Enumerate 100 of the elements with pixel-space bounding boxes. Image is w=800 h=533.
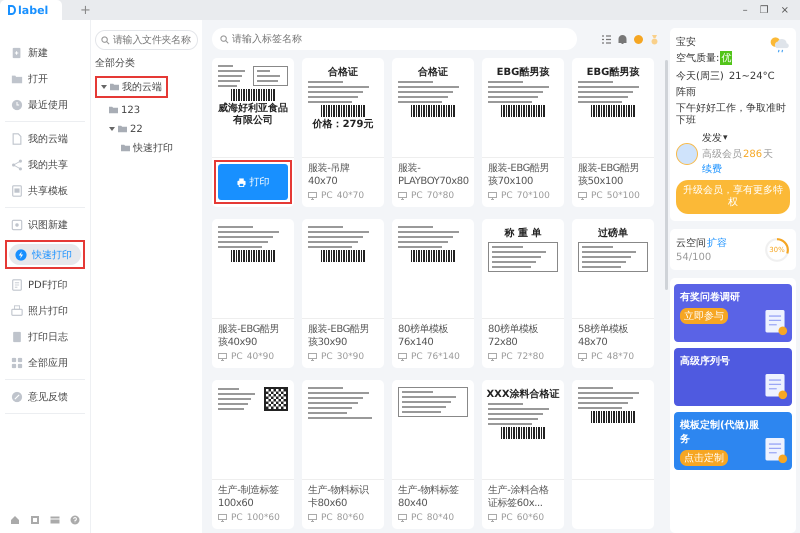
template-card[interactable]: 生产-物料标签80x40 PC 80*40 <box>392 380 474 529</box>
device-type: PC <box>321 513 333 523</box>
device-type: PC <box>501 513 513 523</box>
sidebar-item[interactable]: 识图新建 <box>5 214 85 235</box>
air-quality-label: 空气质量: <box>676 52 720 65</box>
promo-banner[interactable]: 模板定制(代做)服务 点击定制 <box>674 412 792 470</box>
template-card[interactable]: 服装-EBG酷男孩30x90 PC 30*90 <box>302 219 384 368</box>
monitor-icon <box>308 192 317 200</box>
template-card[interactable]: 生产-物料标识卡80x60 PC 80*60 <box>302 380 384 529</box>
sidebar-item[interactable]: 意见反馈 <box>5 386 85 407</box>
template-card[interactable]: EBG酷男孩 服装-EBG酷男孩70x100 PC 70*100 <box>482 58 564 207</box>
preview-title: 称 重 单 <box>504 226 542 240</box>
search-icon <box>220 34 229 44</box>
device-type: PC <box>411 513 423 523</box>
promo-banner[interactable]: 高级序列号 <box>674 348 792 406</box>
banner-title: 高级序列号 <box>680 354 730 368</box>
book-icon <box>11 330 23 342</box>
template-card[interactable]: EBG酷男孩 服装-EBG酷男孩50x100 PC 50*100 <box>572 58 654 207</box>
label-size: 100*60 <box>246 513 280 523</box>
dropdown-caret[interactable]: ▾ <box>723 133 728 143</box>
greeting-text: 下午好好工作，争取准时下班 <box>676 103 787 127</box>
minimize-button[interactable]: – <box>740 4 751 16</box>
promo-banner[interactable]: 有奖问卷调研 立即参与 <box>674 284 792 342</box>
card-icon[interactable] <box>50 515 60 525</box>
monitor-icon <box>308 353 317 361</box>
sidebar-item[interactable]: 照片打印 <box>5 300 85 321</box>
label-size: 80*40 <box>426 513 454 523</box>
template-search-field[interactable]: 请输入标签名称 <box>212 28 577 50</box>
template-card[interactable] <box>572 380 654 529</box>
template-card[interactable]: 称 重 单 80榜单模板72x80 PC 72*80 <box>482 219 564 368</box>
help-icon[interactable] <box>70 515 80 525</box>
template-name: 服装-PLAYBOY70x80 <box>398 163 468 188</box>
temperature: 21~24°C <box>728 70 775 82</box>
template-name: 服装-EBG酷男孩70x100 <box>488 163 550 188</box>
scrollbar[interactable] <box>665 60 668 290</box>
device-type: PC <box>321 191 333 201</box>
monitor-icon <box>488 353 497 361</box>
preview-title: EBG酷男孩 <box>586 66 640 79</box>
template-card[interactable]: 过磅单 58榜单模板48x70 PC 48*70 <box>572 219 654 368</box>
folder-tree-item[interactable]: 快速打印 <box>119 141 175 155</box>
preview-title: 合格证 <box>328 66 358 79</box>
bell-icon[interactable] <box>617 34 628 44</box>
coin-icon[interactable] <box>633 34 644 44</box>
monitor-icon <box>398 353 407 361</box>
sidebar-item[interactable]: PDF打印 <box>5 274 85 295</box>
home-icon[interactable] <box>10 515 20 525</box>
device-type: PC <box>231 513 243 523</box>
barcode-drawing <box>321 105 365 117</box>
share-icon <box>11 158 23 170</box>
sidebar-item[interactable]: 打印日志 <box>5 326 85 347</box>
weather-text: 阵雨 <box>676 86 696 99</box>
template-card[interactable]: 合格证 服装-PLAYBOY70x80 PC 70*80 <box>392 58 474 207</box>
template-card[interactable]: 合格证 价格：279元 服装-吊牌40x70 PC 40*70 <box>302 58 384 207</box>
sidebar-item[interactable]: 最近使用 <box>5 94 85 115</box>
label-size: 70*100 <box>516 191 550 201</box>
caret-icon <box>109 126 115 132</box>
device-type: PC <box>321 352 333 362</box>
avatar[interactable] <box>676 142 698 164</box>
square-icon[interactable] <box>30 515 40 525</box>
device-type: PC <box>501 191 513 201</box>
folder-tree-item[interactable]: 22 <box>107 122 145 136</box>
folder-search-field[interactable]: 请输入文件夹名称 <box>95 30 198 50</box>
monitor-icon <box>308 514 317 522</box>
device-type: PC <box>411 191 423 201</box>
label-size: 48*70 <box>606 352 634 362</box>
barcode-drawing <box>591 105 635 117</box>
template-card[interactable]: XXX涂料合格证 生产-涂料合格证标签60x... PC 60*60 <box>482 380 564 529</box>
template-name: 58榜单模板48x70 <box>578 324 630 349</box>
printer-icon <box>236 178 246 186</box>
barcode-drawing <box>501 427 545 439</box>
folder-tree-item[interactable]: 我的云端 <box>99 80 164 94</box>
monitor-icon <box>488 514 497 522</box>
medal-icon[interactable] <box>649 34 660 44</box>
preview-company-name: 威海好利亚食品有限公司 <box>218 103 288 126</box>
member-days: 286 <box>743 148 762 160</box>
document-lines-icon <box>11 278 23 290</box>
sidebar-item[interactable]: 我的共享 <box>5 154 85 175</box>
user-name[interactable]: 发发 <box>702 131 722 145</box>
storage-label: 云空间 <box>676 236 706 250</box>
sidebar-item[interactable]: 我的云端 <box>5 128 85 149</box>
sidebar-item[interactable]: 打开 <box>5 68 85 89</box>
restore-button[interactable]: ❐ <box>756 4 772 16</box>
folder-tree-item[interactable]: 123 <box>107 103 142 117</box>
template-card[interactable]: 生产-制造标签100x60 PC 100*60 <box>212 380 294 529</box>
monitor-icon <box>398 514 407 522</box>
sidebar-item[interactable]: 共享模板 <box>5 180 85 201</box>
template-card[interactable]: 服装-EBG酷男孩40x90 PC 40*90 <box>212 219 294 368</box>
label-size: 30*90 <box>336 352 364 362</box>
sidebar-item[interactable]: 新建 <box>5 42 85 63</box>
template-name: 服装-EBG酷男孩30x90 <box>308 324 370 349</box>
file-plus-icon <box>11 46 23 58</box>
list-icon[interactable] <box>601 34 612 44</box>
template-name: 服装-EBG酷男孩50x100 <box>578 163 640 188</box>
template-name: 服装-吊牌40x70 <box>308 163 351 188</box>
template-card[interactable]: 80榜单模板76x140 PC 76*140 <box>392 219 474 368</box>
folder-icon <box>121 144 130 152</box>
sidebar-item[interactable]: 全部应用 <box>5 352 85 373</box>
close-button[interactable]: × <box>778 4 792 16</box>
search-icon <box>101 36 110 44</box>
template-card[interactable]: 威海好利亚食品有限公司 打印 <box>212 58 294 207</box>
